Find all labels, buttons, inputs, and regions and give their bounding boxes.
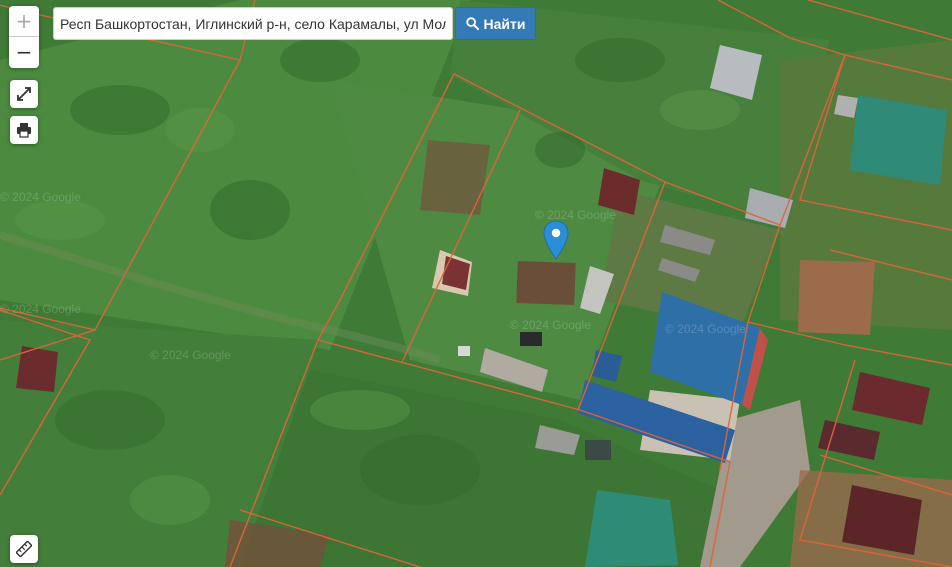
location-marker[interactable]: [543, 220, 569, 260]
zoom-out-button[interactable]: −: [9, 37, 39, 68]
print-button[interactable]: [10, 116, 38, 144]
satellite-imagery: [0, 0, 952, 567]
imagery-watermark: © 2024 Google: [150, 348, 231, 362]
fullscreen-button[interactable]: [10, 80, 38, 108]
imagery-watermark: © 2024 Google: [665, 322, 746, 336]
search-button-label: Найти: [483, 15, 526, 32]
imagery-watermark: © 2024 Google: [0, 302, 81, 316]
measure-button[interactable]: [10, 535, 38, 563]
zoom-in-button[interactable]: +: [9, 6, 39, 37]
map-pin-icon: [543, 220, 569, 260]
ruler-icon: [16, 541, 32, 557]
expand-icon: [17, 87, 31, 101]
search-icon: [465, 17, 479, 30]
imagery-watermark: © 2024 Google: [0, 190, 81, 204]
zoom-controls: + −: [9, 6, 39, 68]
address-search-input[interactable]: [53, 7, 453, 40]
search-button[interactable]: Найти: [455, 7, 536, 40]
satellite-map[interactable]: © 2024 Google © 2024 Google © 2024 Googl…: [0, 0, 952, 567]
print-icon: [17, 123, 31, 138]
imagery-watermark: © 2024 Google: [510, 318, 591, 332]
